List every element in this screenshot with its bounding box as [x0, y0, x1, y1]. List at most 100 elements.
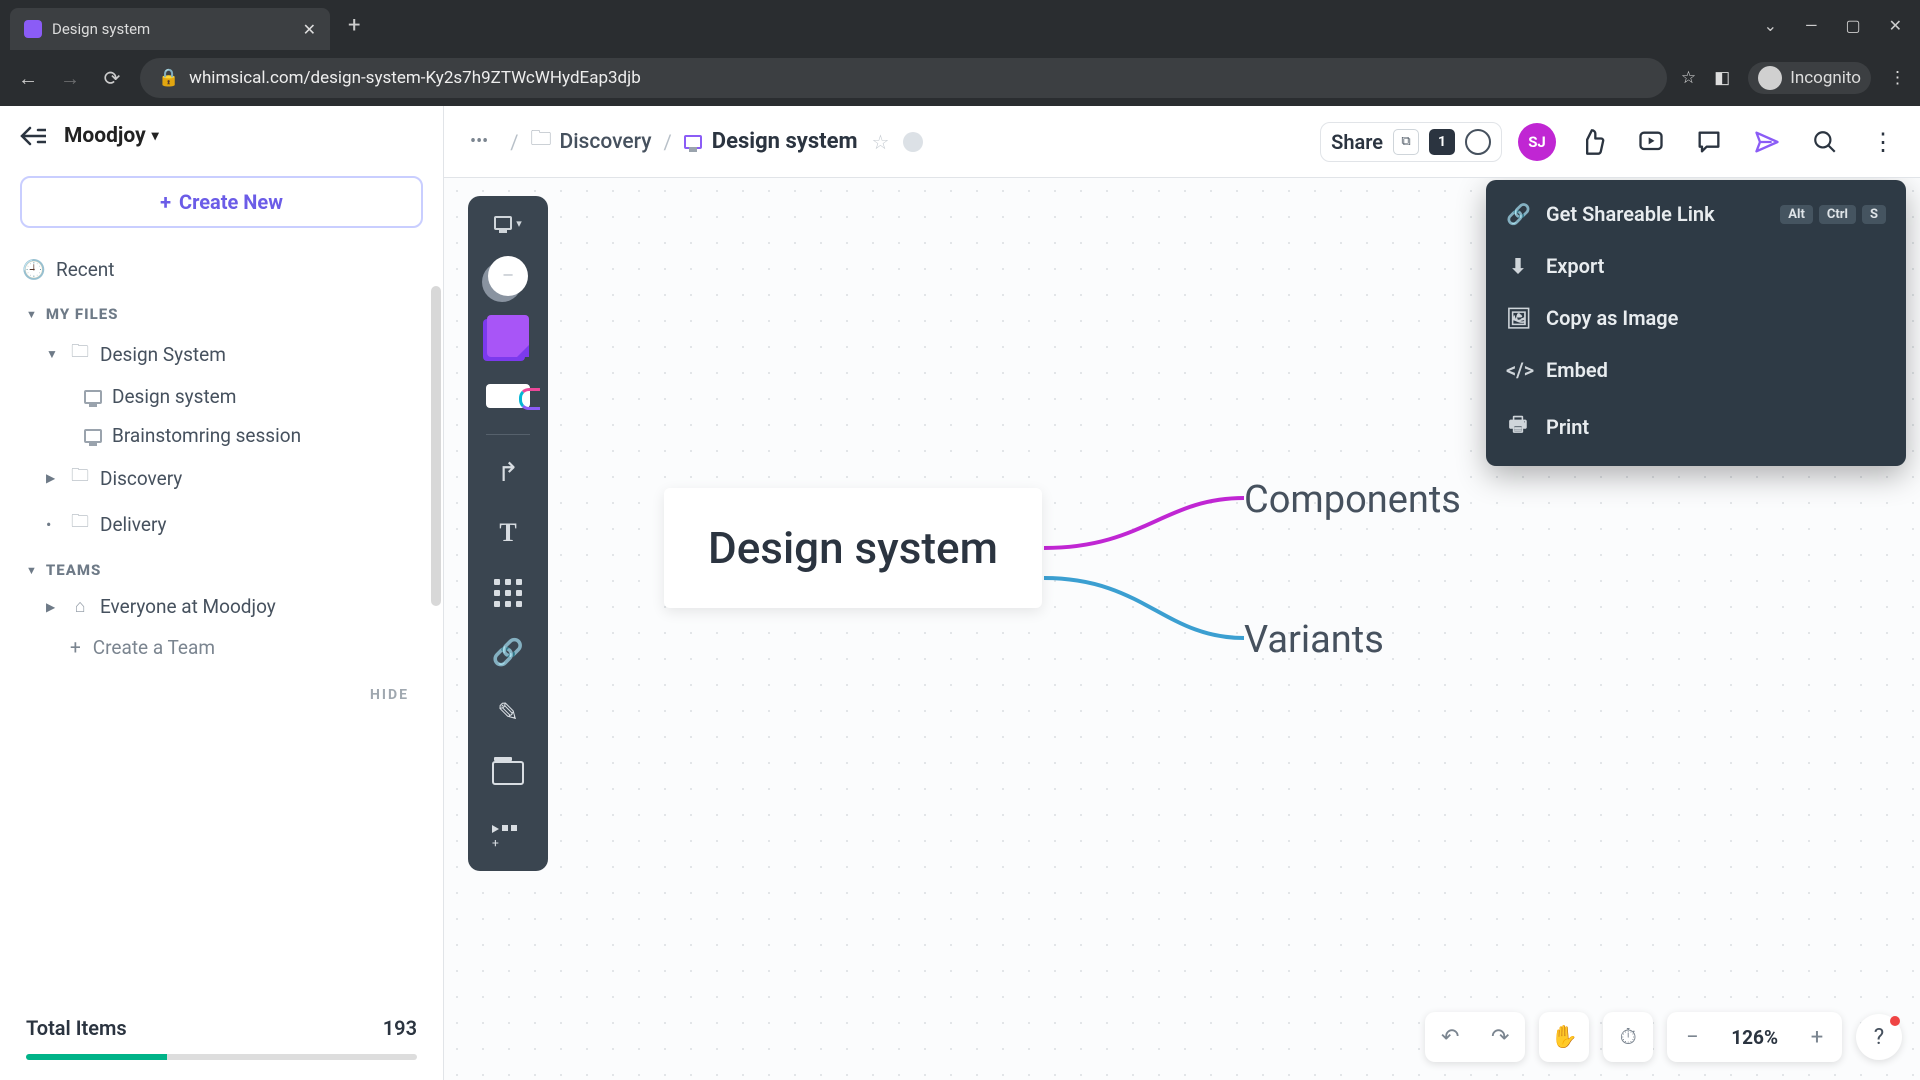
workspace-switcher[interactable]: Moodjoy ▾ [64, 124, 159, 148]
tool-mindmap[interactable] [480, 368, 536, 424]
profile-badge[interactable]: Incognito [1748, 62, 1871, 94]
profile-label: Incognito [1790, 68, 1861, 88]
address-bar[interactable]: 🔒 whimsical.com/design-system-Ky2s7h9ZTW… [140, 58, 1667, 98]
undo-button[interactable]: ↶ [1425, 1012, 1475, 1062]
plus-icon: + [160, 190, 171, 214]
breadcrumb-current[interactable]: Design system [684, 129, 858, 154]
board-label: Design system [112, 385, 236, 408]
browser-tab[interactable]: Design system ✕ [10, 8, 330, 50]
canvas[interactable]: ▾ — ↱ T 🔗 ✎ + Design system Components V… [444, 178, 1920, 1080]
tabs-dropdown-icon[interactable]: ⌄ [1764, 16, 1777, 35]
folder-label: Design System [100, 343, 226, 366]
menu-label: Copy as Image [1546, 306, 1678, 330]
tree-folder-discovery[interactable]: ▶ 🗀 Discovery [0, 455, 443, 501]
print-icon: 🖶 [1506, 410, 1530, 444]
tool-pencil[interactable]: ✎ [480, 685, 536, 741]
main-area: ••• / 🗀 Discovery / Design system ☆ Shar… [444, 106, 1920, 1080]
redo-button[interactable]: ↷ [1475, 1012, 1525, 1062]
window-minimize-icon[interactable]: — [1805, 16, 1818, 35]
browser-toolbar: ← → ⟳ 🔒 whimsical.com/design-system-Ky2s… [0, 50, 1920, 106]
breadcrumb-overflow[interactable]: ••• [460, 125, 498, 158]
breadcrumb-parent[interactable]: 🗀 Discovery [531, 124, 652, 159]
menu-item-shareable-link[interactable]: 🔗 Get Shareable Link Alt Ctrl S [1486, 188, 1906, 240]
menu-item-embed[interactable]: </> Embed [1486, 344, 1906, 396]
mindmap-child-node[interactable]: Variants [1244, 618, 1384, 662]
window-maximize-icon[interactable]: ▢ [1845, 16, 1860, 35]
close-tab-icon[interactable]: ✕ [303, 20, 316, 39]
tree-team-everyone[interactable]: ▶ ⌂ Everyone at Moodjoy [0, 587, 443, 626]
send-icon[interactable] [1746, 121, 1788, 163]
zoom-level[interactable]: 126% [1717, 1026, 1792, 1049]
collapse-sidebar-icon[interactable] [20, 126, 46, 146]
sidebar-item-recent[interactable]: 🕘 Recent [0, 248, 443, 291]
menu-item-print[interactable]: 🖶 Print [1486, 396, 1906, 458]
create-team-button[interactable]: + Create a Team [0, 626, 443, 669]
code-icon: </> [1506, 358, 1530, 382]
share-group: Share ⧉ 1 [1320, 122, 1502, 162]
tool-connector[interactable]: ↱ [480, 445, 536, 501]
create-new-button[interactable]: + Create New [20, 176, 423, 228]
help-button[interactable]: ? [1856, 1014, 1902, 1060]
menu-label: Get Shareable Link [1546, 202, 1715, 226]
comments-icon[interactable] [1688, 121, 1730, 163]
back-icon[interactable]: ← [14, 66, 42, 91]
mindmap-root-node[interactable]: Design system [664, 488, 1042, 608]
menu-item-export[interactable]: ⬇ Export [1486, 240, 1906, 292]
tool-text[interactable]: T [480, 505, 536, 561]
tool-frame[interactable] [480, 745, 536, 801]
lock-icon: 🔒 [158, 68, 179, 88]
tool-more[interactable]: + [480, 805, 536, 861]
team-label: Everyone at Moodjoy [100, 595, 276, 618]
tool-link[interactable]: 🔗 [480, 625, 536, 681]
folder-label: Discovery [100, 467, 182, 490]
tree-board-design-system[interactable]: Design system [0, 377, 443, 416]
caret-down-icon: ▼ [46, 347, 60, 361]
public-access-icon[interactable] [1465, 129, 1491, 155]
zoom-out-button[interactable]: − [1667, 1012, 1717, 1062]
side-panel-icon[interactable]: ◧ [1714, 68, 1730, 88]
window-close-icon[interactable]: ✕ [1889, 16, 1902, 35]
like-icon[interactable] [1572, 121, 1614, 163]
browser-menu-icon[interactable]: ⋮ [1889, 68, 1906, 88]
hide-button[interactable]: HIDE [0, 669, 443, 703]
caret-down-icon: ▼ [26, 564, 38, 577]
new-tab-button[interactable]: + [340, 13, 368, 38]
sidebar-footer: Total Items 193 [0, 1000, 443, 1080]
user-avatar[interactable]: SJ [1518, 123, 1556, 161]
reload-icon[interactable]: ⟳ [98, 66, 126, 90]
zoom-in-button[interactable]: + [1792, 1012, 1842, 1062]
tool-templates[interactable] [480, 565, 536, 621]
mindmap-child-node[interactable]: Components [1244, 478, 1461, 522]
copy-link-icon[interactable]: ⧉ [1393, 129, 1419, 155]
tool-flowchart[interactable]: — [480, 248, 536, 304]
history-button[interactable]: ⏱ [1603, 1012, 1653, 1062]
sidebar-section-my-files[interactable]: ▼ MY FILES [0, 291, 443, 331]
tool-board-type[interactable]: ▾ [476, 206, 540, 240]
forward-icon[interactable]: → [56, 66, 84, 91]
tree-board-brainstorming[interactable]: Brainstomring session [0, 416, 443, 455]
sidebar-section-teams[interactable]: ▼ TEAMS [0, 547, 443, 587]
chevron-down-icon: ▾ [152, 128, 159, 144]
favorite-star-icon[interactable]: ☆ [872, 130, 890, 154]
viewer-count-badge[interactable]: 1 [1429, 129, 1455, 155]
status-check-icon[interactable] [903, 132, 923, 152]
bookmark-star-icon[interactable]: ☆ [1681, 68, 1696, 88]
my-files-label: MY FILES [46, 305, 119, 323]
hand-tool-button[interactable]: ✋ [1539, 1012, 1589, 1062]
sidebar-scrollbar[interactable] [431, 286, 441, 606]
folder-icon: 🗀 [70, 509, 90, 539]
menu-item-copy-image[interactable]: 🖼 Copy as Image [1486, 292, 1906, 344]
breadcrumb-current-label: Design system [712, 129, 858, 154]
share-dropdown-menu: 🔗 Get Shareable Link Alt Ctrl S ⬇ Export… [1486, 180, 1906, 466]
tree-folder-design-system[interactable]: ▼ 🗀 Design System [0, 331, 443, 377]
menu-label: Export [1546, 254, 1604, 278]
board-icon [684, 135, 702, 149]
present-icon[interactable] [1630, 121, 1672, 163]
more-menu-icon[interactable]: ⋮ [1862, 121, 1904, 163]
tool-sticky-note[interactable] [480, 308, 536, 364]
search-icon[interactable] [1804, 121, 1846, 163]
tree-folder-delivery[interactable]: • 🗀 Delivery [0, 501, 443, 547]
share-button[interactable]: Share [1331, 130, 1383, 154]
browser-tab-strip: Design system ✕ + ⌄ — ▢ ✕ [0, 0, 1920, 50]
recent-label: Recent [56, 258, 115, 281]
